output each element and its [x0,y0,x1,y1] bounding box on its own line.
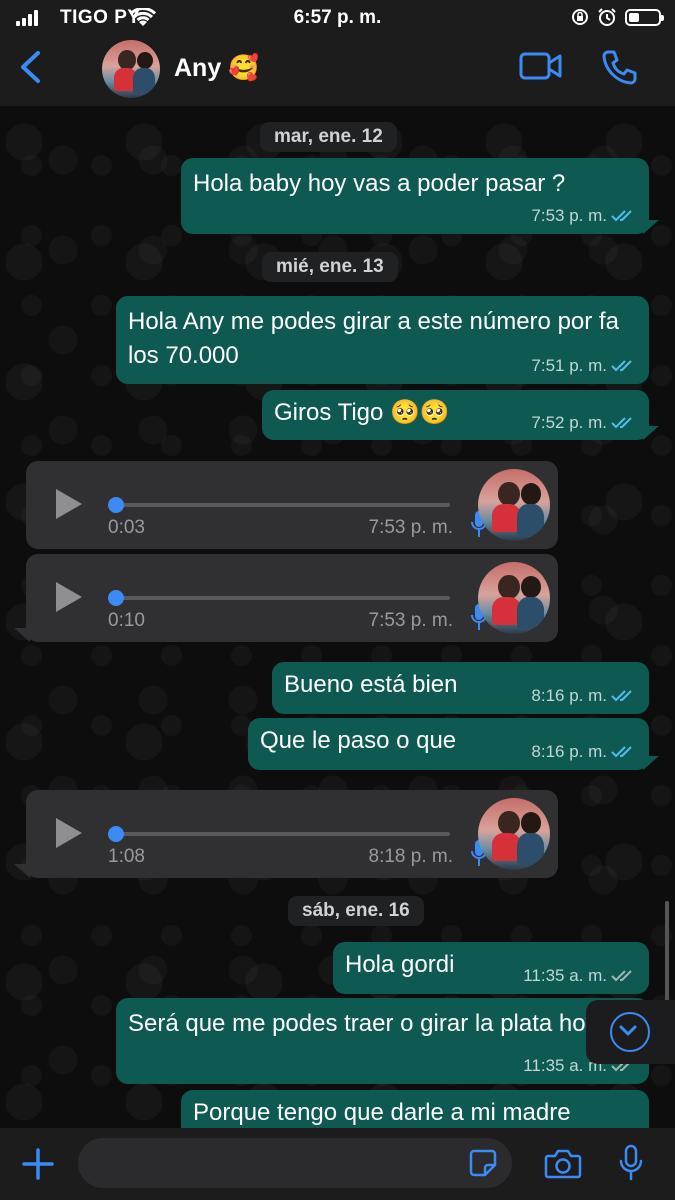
phone-call-icon[interactable] [600,48,638,86]
date-separator: sáb, ene. 16 [288,896,424,926]
voice-duration: 0:03 [108,517,145,538]
message-time: 8:16 p. m. [531,686,607,705]
message-time: 7:52 p. m. [531,413,607,432]
message-text: Porque tengo que darle a mi madre [193,1099,571,1126]
composer-bar [0,1128,675,1200]
message-bubble[interactable]: Hola gordi 11:35 a. m. [333,942,649,994]
message-bubble[interactable]: Hola baby hoy vas a poder pasar ? 7:53 p… [181,158,659,234]
play-icon[interactable] [56,582,82,612]
read-double-check-icon [611,690,632,702]
play-icon[interactable] [56,489,82,519]
message-time: 8:16 p. m. [531,742,607,761]
message-text: Será que me podes traer o girar la plata… [128,1010,598,1037]
camera-icon[interactable] [544,1148,582,1180]
video-call-icon[interactable] [518,50,564,82]
message-bubble[interactable]: Porque tengo que darle a mi madre [181,1090,649,1128]
date-separator: mié, ene. 13 [262,252,398,282]
audio-progress-knob[interactable] [108,497,124,513]
message-time: 7:53 p. m. [368,517,454,538]
message-text: Hola gordi [345,951,455,978]
message-bubble[interactable]: Bueno está bien 8:16 p. m. [272,662,649,714]
voice-duration: 1:08 [108,846,145,867]
status-bar: TIGO PY 6:57 p. m. [0,0,675,36]
read-double-check-icon [611,210,632,222]
date-separator: mar, ene. 12 [260,122,397,152]
alarm-icon [598,8,616,26]
battery-icon [625,8,664,26]
message-text: Que le paso o que [260,727,457,754]
scrollbar[interactable] [665,901,669,1001]
chat-header: Any 🥰 [0,36,675,106]
play-icon[interactable] [56,818,82,848]
audio-progress-track[interactable] [114,832,450,836]
voice-message[interactable]: 0:03 7:53 p. m. [26,461,558,549]
message-input[interactable] [78,1138,512,1188]
chevron-down-icon [610,1012,650,1052]
voice-message[interactable]: 0:10 7:53 p. m. [14,554,558,642]
delivered-double-check-icon [611,970,632,982]
sender-avatar [478,469,550,541]
read-double-check-icon [611,746,632,758]
sender-avatar [478,798,550,870]
sender-avatar [478,562,550,634]
sticker-icon[interactable] [468,1148,498,1178]
chat-area[interactable]: mar, ene. 12 Hola baby hoy vas a poder p… [0,106,675,1128]
microphone-icon[interactable] [618,1144,644,1182]
message-text: Giros Tigo 🥺🥺 [274,399,450,426]
message-text: Bueno está bien [284,671,458,698]
contact-avatar[interactable] [102,40,160,98]
message-time: 7:53 p. m. [368,610,454,631]
read-double-check-icon [611,360,632,372]
message-time: 7:53 p. m. [531,206,607,225]
message-bubble[interactable]: Giros Tigo 🥺🥺 7:52 p. m. [262,390,659,440]
message-bubble[interactable]: Que le paso o que 8:16 p. m. [248,718,659,770]
message-bubble[interactable]: Será que me podes traer o girar la plata… [116,998,649,1084]
scroll-to-bottom-button[interactable] [586,1000,675,1064]
audio-progress-knob[interactable] [108,826,124,842]
contact-name[interactable]: Any 🥰 [174,54,259,83]
audio-progress-track[interactable] [114,596,450,600]
message-time: 11:35 a. m. [523,966,607,985]
message-text: Hola baby hoy vas a poder pasar ? [193,170,566,197]
plus-icon[interactable] [20,1146,56,1182]
message-bubble[interactable]: Hola Any me podes girar a este número po… [116,296,649,384]
back-chevron-icon[interactable] [18,50,42,84]
rotation-lock-icon [572,9,588,25]
voice-duration: 0:10 [108,610,145,631]
audio-progress-knob[interactable] [108,590,124,606]
read-double-check-icon [611,417,632,429]
audio-progress-track[interactable] [114,503,450,507]
message-time: 8:18 p. m. [368,846,454,867]
voice-message[interactable]: 1:08 8:18 p. m. [14,790,558,878]
message-time: 7:51 p. m. [531,356,607,375]
